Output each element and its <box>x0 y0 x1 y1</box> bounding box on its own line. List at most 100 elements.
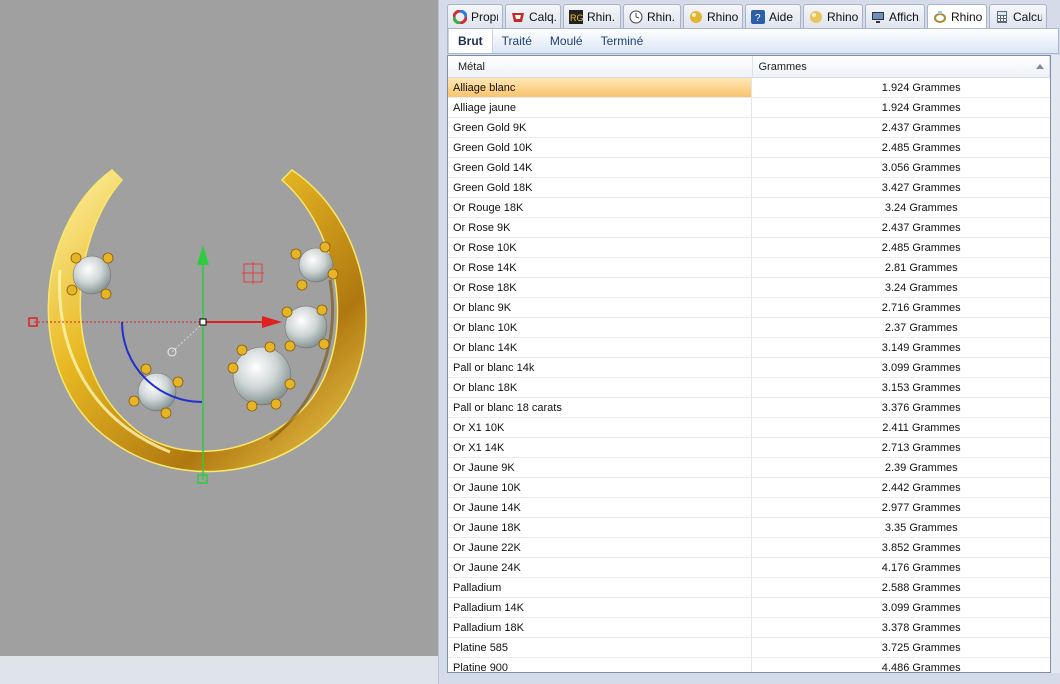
table-row[interactable]: Or Jaune 18K 3.35 Grammes <box>448 518 1050 538</box>
subtab-termine[interactable]: Terminé <box>592 29 653 53</box>
table-row[interactable]: Or blanc 10K 2.37 Grammes <box>448 318 1050 338</box>
weight-cell: 2.588 Grammes <box>881 581 961 594</box>
table-row[interactable]: Pall or blanc 18 carats 3.376 Grammes <box>448 398 1050 418</box>
table-row[interactable]: Platine 900 4.486 Grammes <box>448 658 1050 672</box>
weight-cell: 2.485 Grammes <box>881 241 961 254</box>
metal-name-cell: Green Gold 18K <box>448 178 753 197</box>
metal-name-cell: Pall or blanc 18 carats <box>448 398 753 417</box>
weight-cell: 2.37 Grammes <box>884 321 958 334</box>
metal-name-cell: Platine 900 <box>448 658 753 672</box>
tab-history[interactable]: Rhin... <box>623 4 681 28</box>
tab-layers[interactable]: Calq... <box>505 4 561 28</box>
metal-name-cell: Palladium <box>448 578 753 597</box>
side-panel: Propr... Calq... RG Rhin... Rhin... Rhin… <box>438 0 1060 684</box>
table-row[interactable]: Pall or blanc 14k 3.099 Grammes <box>448 358 1050 378</box>
table-row[interactable]: Or Jaune 14K 2.977 Grammes <box>448 498 1050 518</box>
sort-ascending-icon <box>1036 64 1044 69</box>
metal-name-cell: Or Rose 10K <box>448 238 753 257</box>
panel-edge-strip <box>1051 55 1060 673</box>
table-row[interactable]: Or blanc 14K 3.149 Grammes <box>448 338 1050 358</box>
weight-cell: 2.716 Grammes <box>881 301 961 314</box>
metal-name-cell: Or Rose 9K <box>448 218 753 237</box>
subtab-moule[interactable]: Moulé <box>541 29 592 53</box>
tab-properties[interactable]: Propr... <box>447 4 503 28</box>
tab-label: Rhin... <box>647 9 676 24</box>
metal-name-cell: Green Gold 10K <box>448 138 753 157</box>
metal-name-cell: Or Jaune 24K <box>448 558 753 577</box>
weight-cell: 2.39 Grammes <box>884 461 958 474</box>
tab-label: Rhino... <box>951 10 982 24</box>
panel-tabstrip: Propr... Calq... RG Rhin... Rhin... Rhin… <box>447 4 1060 29</box>
table-row[interactable]: Or Rose 10K 2.485 Grammes <box>448 238 1050 258</box>
calculator-icon <box>994 9 1010 25</box>
weight-cell: 4.176 Grammes <box>881 561 961 574</box>
metal-name-cell: Green Gold 14K <box>448 158 753 177</box>
weight-cell: 2.437 Grammes <box>881 221 961 234</box>
metal-name-cell: Or Jaune 22K <box>448 538 753 557</box>
jewelry-render <box>28 169 367 484</box>
table-row[interactable]: Palladium 14K 3.099 Grammes <box>448 598 1050 618</box>
metal-name-cell: Pall or blanc 14k <box>448 358 753 377</box>
metal-name-cell: Or Jaune 10K <box>448 478 753 497</box>
table-row[interactable]: Green Gold 14K 3.056 Grammes <box>448 158 1050 178</box>
tab-rhino-render[interactable]: Rhino... <box>803 4 863 28</box>
weight-cell: 3.056 Grammes <box>881 161 961 174</box>
column-header-metal[interactable]: Métal <box>448 56 753 78</box>
metal-name-cell: Or Rose 18K <box>448 278 753 297</box>
metal-name-cell: Or Jaune 9K <box>448 458 753 477</box>
table-row[interactable]: Or Jaune 22K 3.852 Grammes <box>448 538 1050 558</box>
metal-name-cell: Palladium 18K <box>448 618 753 637</box>
metal-weight-table[interactable]: Métal Grammes Alliage blanc 1.924 Grammes… <box>447 55 1051 673</box>
weight-subtabs: Brut Traité Moulé Terminé <box>447 28 1059 54</box>
tab-rhino-weight[interactable]: Rhino... <box>927 4 987 29</box>
table-row[interactable]: Platine 585 3.725 Grammes <box>448 638 1050 658</box>
subtab-traite[interactable]: Traité <box>493 29 541 53</box>
table-row[interactable]: Alliage blanc 1.924 Grammes <box>448 78 1050 98</box>
tab-gems[interactable]: Rhino... <box>683 4 743 28</box>
clock-icon <box>628 9 644 25</box>
subtab-brut[interactable]: Brut <box>448 29 493 53</box>
weight-cell: 2.81 Grammes <box>884 261 958 274</box>
table-row[interactable]: Or Rose 18K 3.24 Grammes <box>448 278 1050 298</box>
gem-icon <box>688 9 704 25</box>
tab-calculator[interactable]: Calcu... <box>989 4 1047 28</box>
weight-cell: 3.099 Grammes <box>881 601 961 614</box>
table-row[interactable]: Green Gold 9K 2.437 Grammes <box>448 118 1050 138</box>
table-row[interactable]: Or X1 14K 2.713 Grammes <box>448 438 1050 458</box>
table-row[interactable]: Palladium 2.588 Grammes <box>448 578 1050 598</box>
table-row[interactable]: Or Jaune 10K 2.442 Grammes <box>448 478 1050 498</box>
table-row[interactable]: Or Jaune 9K 2.39 Grammes <box>448 458 1050 478</box>
table-row[interactable]: Or Rouge 18K 3.24 Grammes <box>448 198 1050 218</box>
weight-cell: 2.713 Grammes <box>881 441 961 454</box>
weight-cell: 1.924 Grammes <box>881 81 961 94</box>
tab-rhinogold[interactable]: RG Rhin... <box>563 4 621 28</box>
metal-name-cell: Or Jaune 18K <box>448 518 753 537</box>
metal-name-cell: Or Rose 14K <box>448 258 753 277</box>
gold-ball-icon <box>808 9 824 25</box>
tab-display[interactable]: Affich... <box>865 4 925 28</box>
tab-label: Rhino... <box>827 9 858 24</box>
table-row[interactable]: Or blanc 9K 2.716 Grammes <box>448 298 1050 318</box>
weight-cell: 3.149 Grammes <box>881 341 961 354</box>
table-row[interactable]: Green Gold 18K 3.427 Grammes <box>448 178 1050 198</box>
metal-name-cell: Or Jaune 14K <box>448 498 753 517</box>
weight-cell: 2.442 Grammes <box>881 481 961 494</box>
table-row[interactable]: Palladium 18K 3.378 Grammes <box>448 618 1050 638</box>
viewport-3d[interactable] <box>0 0 438 656</box>
rhinogold-icon: RG <box>568 9 584 25</box>
table-row[interactable]: Green Gold 10K 2.485 Grammes <box>448 138 1050 158</box>
table-row[interactable]: Or blanc 18K 3.153 Grammes <box>448 378 1050 398</box>
metal-name-cell: Alliage jaune <box>448 98 753 117</box>
table-row[interactable]: Or Rose 9K 2.437 Grammes <box>448 218 1050 238</box>
table-row[interactable]: Or Jaune 24K 4.176 Grammes <box>448 558 1050 578</box>
weight-cell: 3.35 Grammes <box>884 521 958 534</box>
metal-name-cell: Or X1 14K <box>448 438 753 457</box>
table-row[interactable]: Or X1 10K 2.411 Grammes <box>448 418 1050 438</box>
tab-help[interactable]: ? Aide <box>745 4 801 28</box>
table-row[interactable]: Or Rose 14K 2.81 Grammes <box>448 258 1050 278</box>
metal-name-cell: Or blanc 10K <box>448 318 753 337</box>
ring-icon <box>932 9 948 25</box>
table-row[interactable]: Alliage jaune 1.924 Grammes <box>448 98 1050 118</box>
column-header-grams[interactable]: Grammes <box>753 56 1050 78</box>
weight-cell: 3.725 Grammes <box>881 641 961 654</box>
